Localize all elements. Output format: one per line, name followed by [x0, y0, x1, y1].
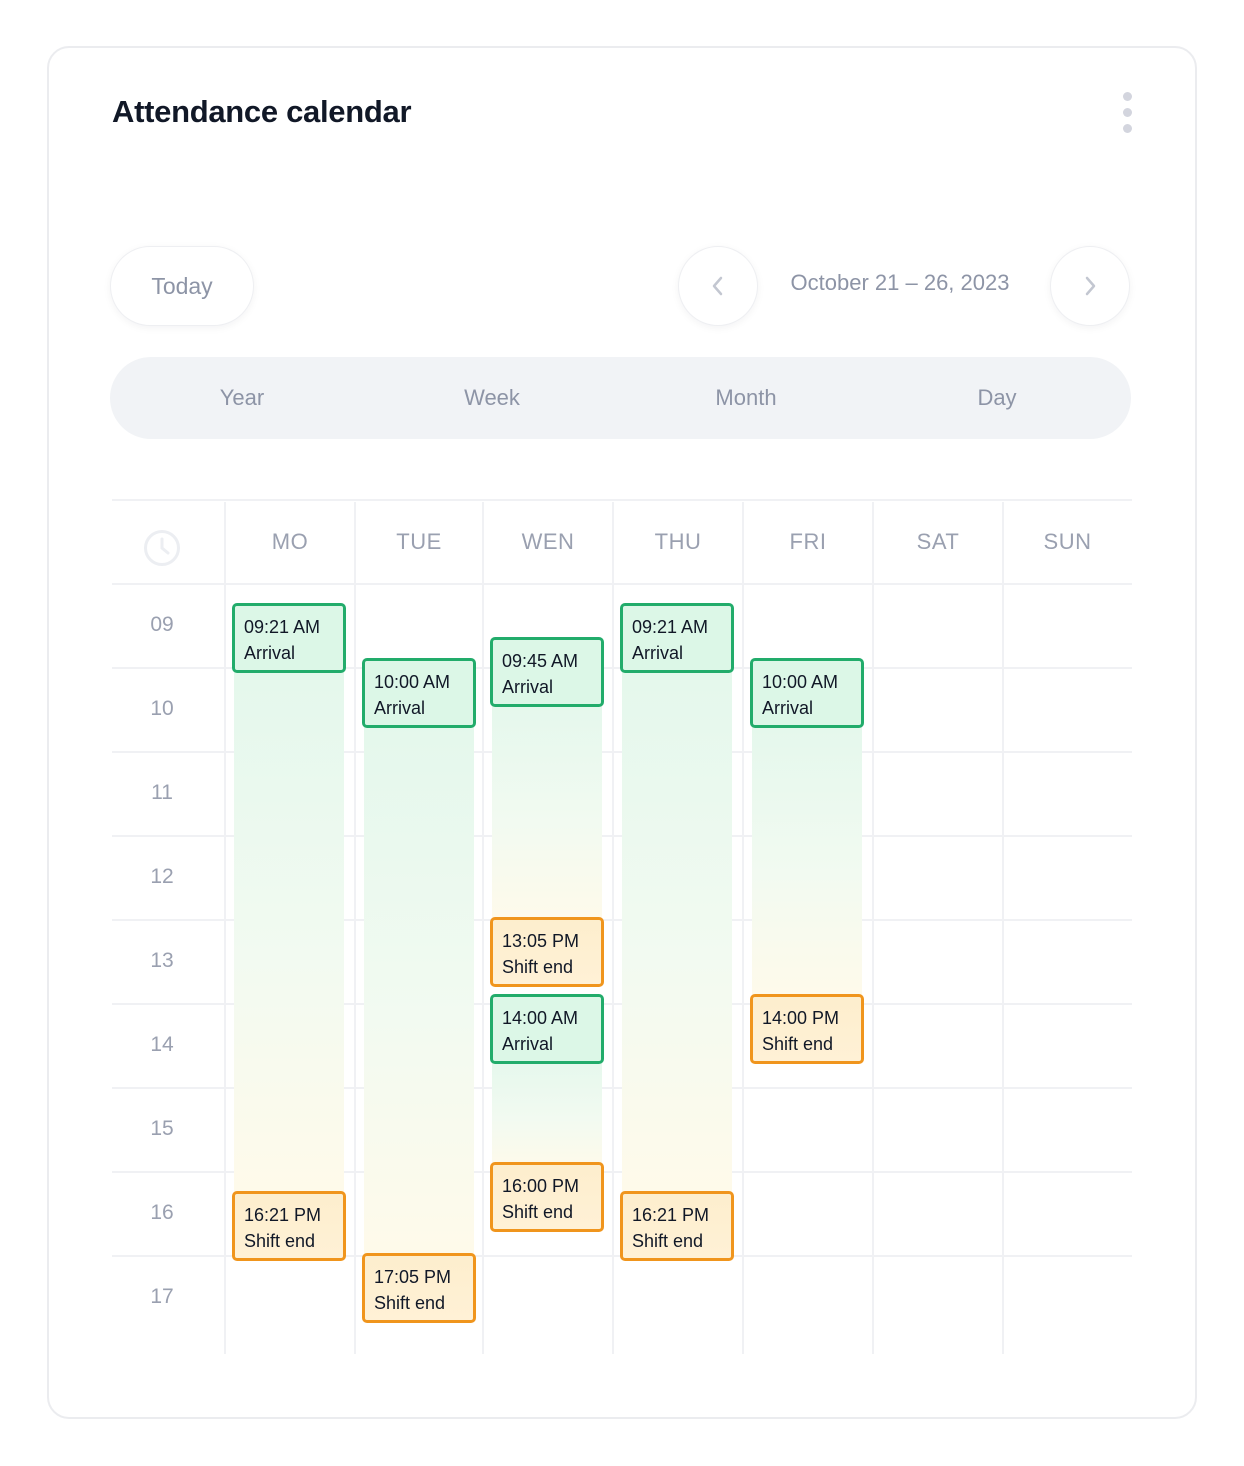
clock-icon [144, 530, 180, 566]
event-label: Arrival [502, 677, 554, 697]
grid-line [872, 502, 874, 1354]
event-label: Shift end [632, 1231, 704, 1251]
tab-month[interactable]: Month [619, 357, 873, 439]
hour-label: 13 [150, 949, 174, 972]
event-time: 17:05 PM [374, 1267, 452, 1287]
hour-label: 10 [150, 697, 174, 720]
event-time: 13:05 PM [502, 931, 580, 951]
arrival-event[interactable]: 09:21 AM Arrival [232, 603, 346, 673]
event-label: Shift end [502, 957, 574, 977]
event-time: 16:21 PM [632, 1205, 710, 1225]
shift-end-event[interactable]: 16:21 PM Shift end [232, 1191, 346, 1261]
event-label: Arrival [502, 1034, 554, 1054]
event-label: Arrival [244, 643, 296, 663]
day-header-sun: SUN [1043, 528, 1092, 554]
hour-label: 17 [150, 1285, 174, 1308]
arrival-event[interactable]: 10:00 AM Arrival [750, 658, 864, 728]
shift-end-event[interactable]: 14:00 PM Shift end [750, 994, 864, 1064]
shift-duration-bar [492, 697, 602, 927]
kebab-menu-icon [1123, 108, 1132, 117]
grid-line [612, 502, 614, 1354]
event-label: Arrival [762, 698, 814, 718]
event-time: 09:21 AM [632, 617, 709, 637]
event-time: 10:00 AM [762, 672, 839, 692]
event-time: 16:00 PM [502, 1176, 580, 1196]
shift-duration-bar [234, 663, 344, 1201]
event-time: 09:21 AM [244, 617, 321, 637]
hour-label: 14 [150, 1033, 174, 1056]
event-time: 16:21 PM [244, 1205, 322, 1225]
shift-duration-bar [492, 1054, 602, 1172]
more-options-button[interactable] [1116, 92, 1140, 136]
event-label: Arrival [374, 698, 426, 718]
shift-end-event[interactable]: 16:00 PM Shift end [490, 1162, 604, 1232]
event-label: Shift end [502, 1202, 574, 1222]
grid-line [1002, 502, 1004, 1354]
grid-line [482, 502, 484, 1354]
arrival-event[interactable]: 09:45 AM Arrival [490, 637, 604, 707]
hour-label: 09 [150, 613, 174, 636]
tab-week[interactable]: Week [365, 357, 619, 439]
event-label: Shift end [762, 1034, 834, 1054]
view-switcher: Year Week Month Day [110, 357, 1131, 439]
shift-end-event[interactable]: 16:21 PM Shift end [620, 1191, 734, 1261]
event-time: 14:00 AM [502, 1008, 579, 1028]
next-week-button[interactable] [1050, 246, 1130, 326]
event-time: 14:00 PM [762, 1008, 840, 1028]
event-time: 10:00 AM [374, 672, 451, 692]
shift-end-event[interactable]: 17:05 PM Shift end [362, 1253, 476, 1323]
date-range-label: October 21 – 26, 2023 [790, 270, 1010, 295]
shift-duration-bar [622, 663, 732, 1201]
event-label: Arrival [632, 643, 684, 663]
day-header-thu: THU [654, 528, 702, 554]
chevron-left-icon [712, 276, 723, 296]
tab-year[interactable]: Year [110, 357, 374, 439]
hour-label: 16 [150, 1201, 174, 1224]
day-header-tue: TUE [396, 528, 442, 554]
hour-label: 12 [150, 865, 174, 888]
day-header-mo: MO [271, 528, 309, 554]
hour-label: 15 [150, 1117, 174, 1140]
today-button[interactable]: Today [110, 246, 254, 326]
grid-line [354, 502, 356, 1354]
event-label: Shift end [244, 1231, 316, 1251]
day-header-wen: WEN [521, 528, 575, 554]
page-title: Attendance calendar [112, 94, 412, 129]
shift-duration-bar [364, 718, 474, 1263]
event-time: 09:45 AM [502, 651, 579, 671]
arrival-event[interactable]: 10:00 AM Arrival [362, 658, 476, 728]
chevron-right-icon [1085, 276, 1096, 296]
tab-day[interactable]: Day [873, 357, 1121, 439]
previous-week-button[interactable] [678, 246, 758, 326]
arrival-event[interactable]: 14:00 AM Arrival [490, 994, 604, 1064]
grid-line [224, 502, 226, 1354]
day-header-fri: FRI [789, 528, 827, 554]
shift-end-event[interactable]: 13:05 PM Shift end [490, 917, 604, 987]
day-header-sat: SAT [916, 528, 960, 554]
grid-line [742, 502, 744, 1354]
arrival-event[interactable]: 09:21 AM Arrival [620, 603, 734, 673]
kebab-menu-icon [1123, 92, 1132, 101]
week-grid: MO TUE WEN THU FRI SAT SUN 09 10 11 12 13 14 15 16 17 09… [112, 499, 1132, 1355]
hour-label: 11 [151, 781, 173, 804]
event-label: Shift end [374, 1293, 446, 1313]
kebab-menu-icon [1123, 124, 1132, 133]
shift-duration-bar [752, 718, 862, 1004]
